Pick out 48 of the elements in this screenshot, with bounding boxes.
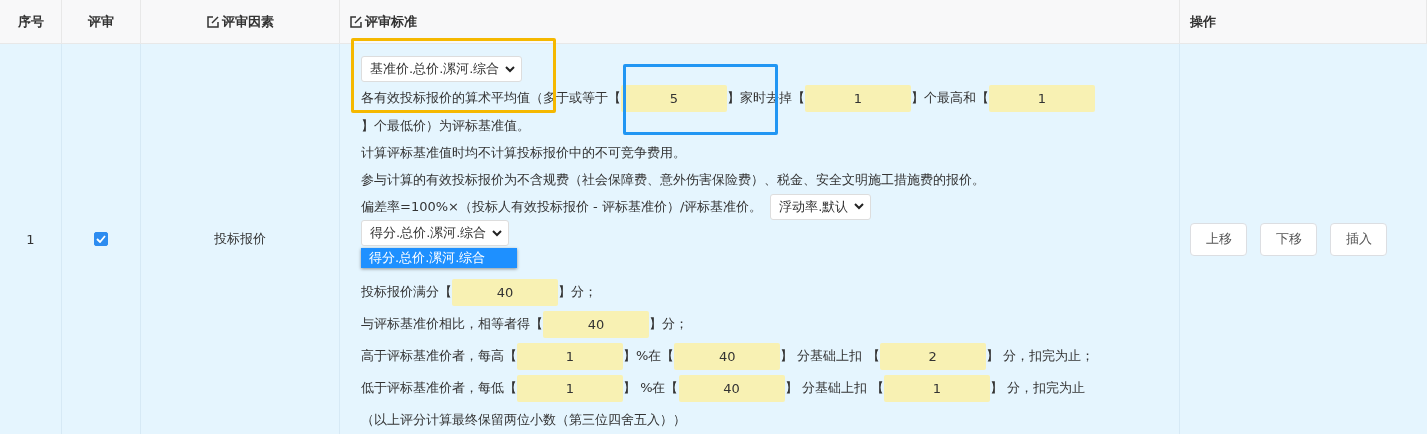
- action-button[interactable]: 上移: [1190, 222, 1247, 256]
- input-field[interactable]: 40: [674, 343, 781, 370]
- edit-icon: [350, 15, 362, 28]
- input-field[interactable]: 1: [989, 85, 1095, 112]
- criteria-text: 】分；: [649, 316, 688, 331]
- criteria-text: 】分；: [558, 284, 597, 299]
- input-field[interactable]: 40: [452, 279, 558, 306]
- criteria-text: 】 分，扣完为止；: [985, 348, 1094, 363]
- criteria-text: 低于评标基准价者，每低【: [361, 380, 517, 395]
- dropdown-select[interactable]: 得分.总价.漯河.综合: [361, 220, 510, 246]
- input-field[interactable]: 2: [879, 343, 986, 370]
- checkbox[interactable]: [94, 232, 108, 246]
- criteria-text: 】 分，扣完为止: [989, 380, 1085, 395]
- column-header: 评审标准: [340, 0, 1180, 44]
- input-field[interactable]: 1: [883, 375, 990, 402]
- criteria-text: 】%在【: [623, 348, 675, 363]
- dropdown-select[interactable]: 基准价.总价.漯河.综合: [361, 56, 523, 82]
- criteria-text: 投标报价满分【: [361, 284, 452, 299]
- input-field[interactable]: 5: [621, 85, 727, 112]
- input-field[interactable]: 40: [678, 375, 785, 402]
- column-header: 评审: [62, 0, 141, 44]
- criteria-text: 偏差率=100%×（投标人有效投标报价 - 评标基准价）/评标基准价。: [361, 199, 763, 214]
- input-field[interactable]: 1: [805, 85, 911, 112]
- caret-icon: [505, 65, 516, 73]
- input-field[interactable]: 40: [543, 311, 649, 338]
- column-header: 评审因素: [141, 0, 340, 44]
- criteria-text: 】 分基础上扣 【: [784, 380, 884, 395]
- criteria-text: 计算评标基准值时均不计算投标报价中的不可竞争费用。: [361, 145, 686, 160]
- caret-icon: [492, 229, 503, 237]
- criteria-text: 参与计算的有效投标报价为不含规费（社会保障费、意外伤害保险费）、税金、安全文明施工措施费的报价。: [361, 172, 985, 187]
- criteria-text: 】 %在【: [623, 380, 679, 395]
- action-button[interactable]: 下移: [1260, 222, 1317, 256]
- criteria-text: 】个最低价）为评标基准值。: [361, 118, 530, 133]
- criteria-text: 】个最高和【: [911, 90, 989, 105]
- column-header: 操作: [1180, 0, 1427, 44]
- row-number: 1: [26, 231, 35, 247]
- column-header: 序号: [0, 0, 62, 44]
- caret-icon: [854, 203, 865, 210]
- action-button[interactable]: 插入: [1330, 222, 1387, 256]
- criteria-text: 高于评标基准价者，每高【: [361, 348, 517, 363]
- criteria-text: 】 分基础上扣 【: [780, 348, 880, 363]
- input-field[interactable]: 1: [517, 375, 623, 402]
- input-field[interactable]: 1: [517, 343, 623, 370]
- factor-text: 投标报价: [214, 230, 266, 248]
- criteria-text: 与评标基准价相比，相等者得【: [361, 316, 543, 331]
- dropdown-select[interactable]: 浮动率.默认: [770, 193, 872, 220]
- edit-icon: [206, 15, 219, 28]
- criteria-text: （以上评分计算最终保留两位小数（第三位四舍五入））: [361, 412, 686, 427]
